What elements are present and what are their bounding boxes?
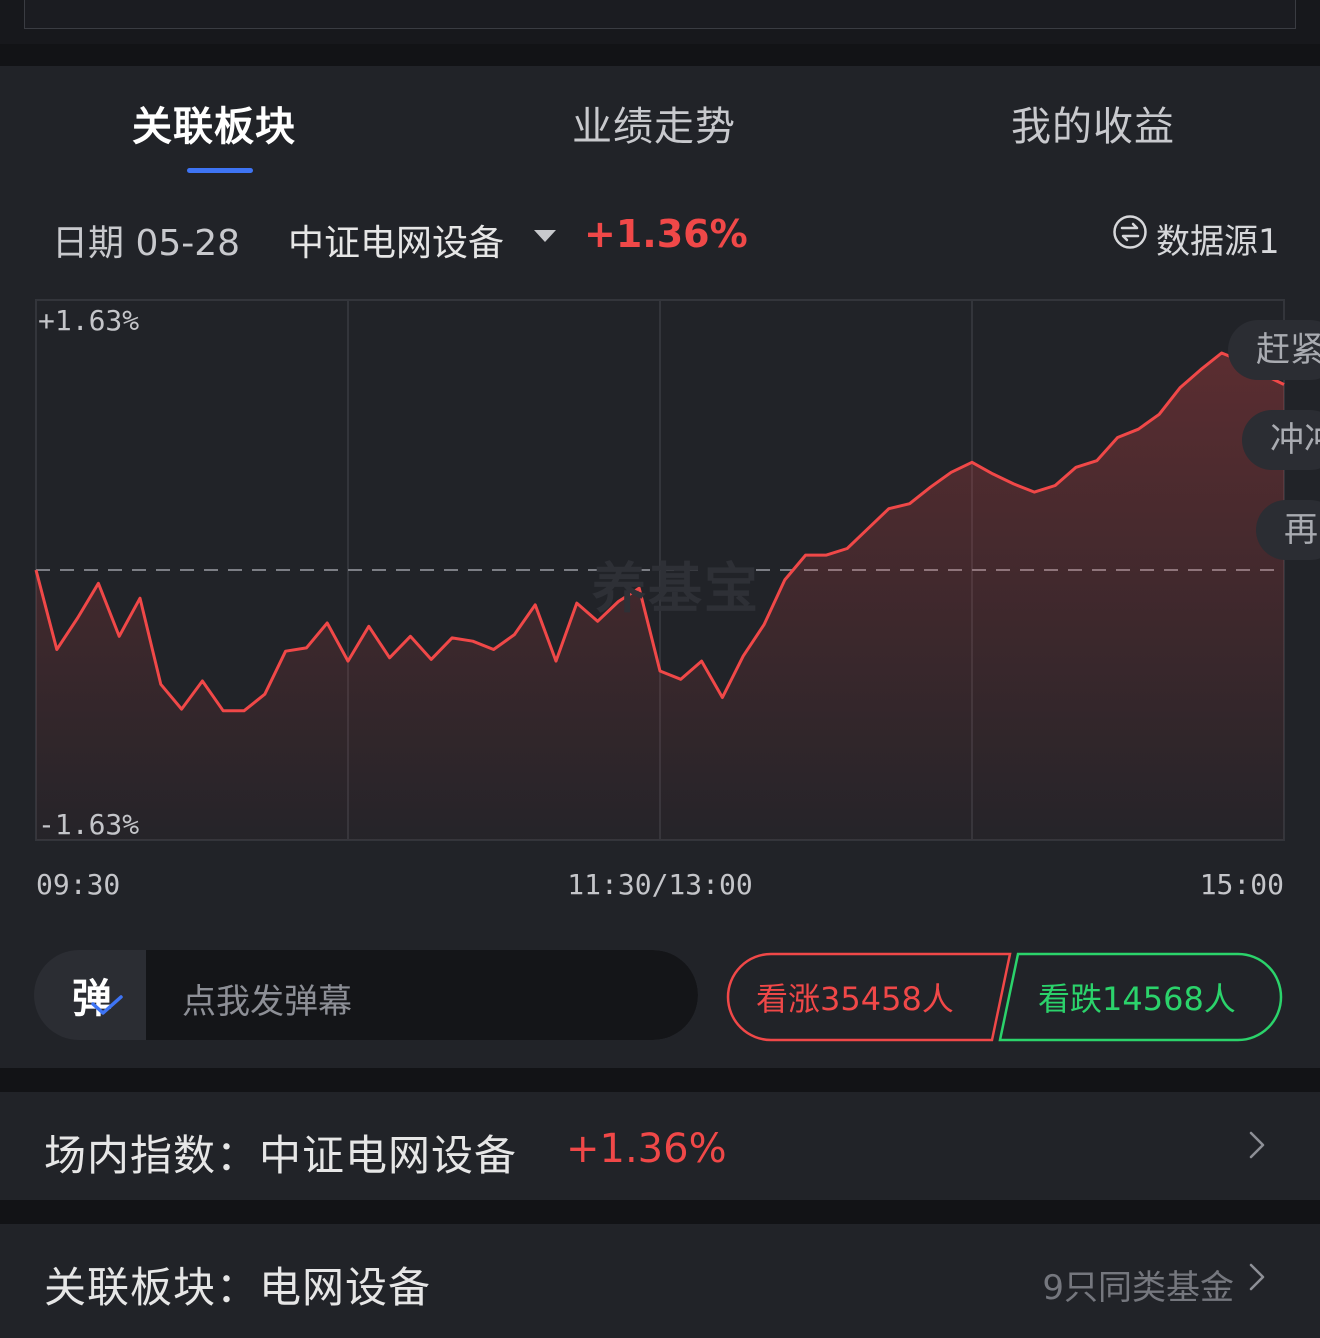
bullish-vote-button[interactable]: 看涨35458人 [756,974,954,1020]
tab-my-earnings[interactable]: 我的收益 [1011,94,1175,152]
chart-card: 关联板块 业绩走势 我的收益 日期 05-28 中证电网设备 +1.36% 数据… [0,66,1320,1068]
vote-panel: 看涨35458人 看跌14568人 [726,952,1286,1042]
index-row-label: 场内指数：中证电网设备 [44,1131,518,1180]
index-row[interactable]: 场内指数：中证电网设备 +1.36% [0,1092,1320,1200]
y-min-label: -1.63% [38,808,139,841]
chart-info-row: 日期 05-28 中证电网设备 +1.36% 数据源1 [0,208,1320,268]
barrage-bar: 弹 点我发弹幕 [34,950,698,1040]
top-strip [0,0,1320,44]
tab-related-sector[interactable]: 关联板块 [132,94,296,152]
sector-row-label: 关联板块：电网设备 [44,1263,432,1312]
danmaku-bubble: 冲冲 [1242,410,1320,470]
y-max-label: +1.63% [38,304,139,337]
tab-bar: 关联板块 业绩走势 我的收益 [0,66,1320,186]
barrage-placeholder: 点我发弹幕 [182,982,352,1022]
x-tick-label: 11:30/13:00 [567,868,752,901]
chevron-right-icon [1249,1131,1265,1159]
watermark-logo: 养基宝 [592,557,760,620]
swap-icon [1113,215,1147,249]
sector-row[interactable]: 关联板块：电网设备 9只同类基金 [0,1224,1320,1338]
danmaku-bubble: 赶紧 [1228,320,1320,380]
chevron-right-icon [1249,1263,1265,1291]
data-source-label: 数据源1 [1156,222,1280,262]
active-tab-indicator [187,168,253,173]
top-banner [24,0,1296,29]
x-tick-label: 09:30 [36,868,120,901]
tab-performance-trend[interactable]: 业绩走势 [572,94,736,152]
date-label: 日期 05-28 [52,223,241,264]
barrage-input[interactable]: 点我发弹幕 [146,950,698,1040]
similar-funds-count: 9只同类基金 [1042,1268,1234,1308]
index-change: +1.36% [584,212,748,256]
danmaku-bubble: 再 [1256,500,1320,560]
x-tick-label: 15:00 [1200,868,1284,901]
index-row-change: +1.36% [566,1126,727,1172]
barrage-toggle[interactable]: 弹 [34,950,146,1040]
caret-down-icon[interactable] [534,230,556,242]
index-selector[interactable]: 中证电网设备 [288,214,504,266]
bearish-vote-button[interactable]: 看跌14568人 [1038,974,1236,1020]
check-icon [91,995,123,1015]
intraday-chart: +1.63% -1.63% 09:30 11:30/13:00 15:00 [34,299,1285,901]
